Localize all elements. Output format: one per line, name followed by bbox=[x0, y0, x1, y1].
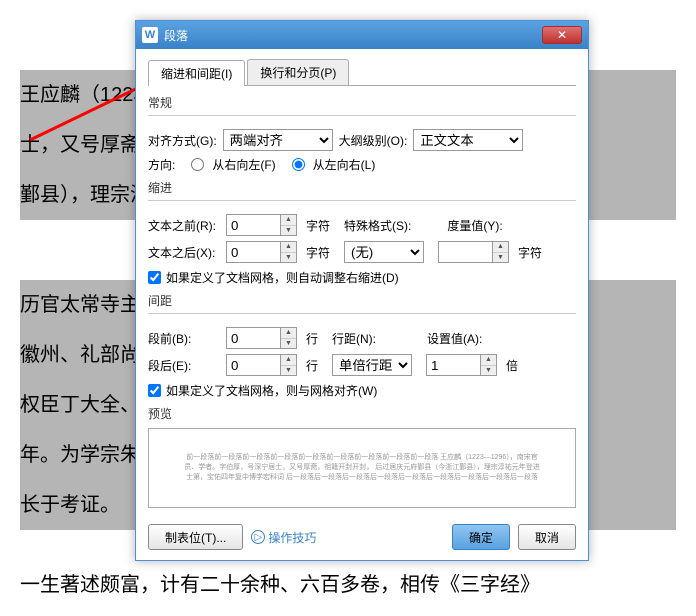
alignment-label: 对齐方式(G): bbox=[148, 132, 217, 149]
unit-line: 行 bbox=[306, 330, 318, 347]
special-format-label: 特殊格式(S): bbox=[344, 217, 411, 234]
snap-to-grid-label: 如果定义了文档网格，则与网格对齐(W) bbox=[166, 382, 377, 399]
app-logo-icon: W bbox=[142, 27, 158, 43]
direction-label: 方向: bbox=[148, 156, 175, 173]
spin-down-icon[interactable]: ▼ bbox=[481, 366, 496, 376]
paragraph-dialog: W 段落 ✕ 缩进和间距(I) 换行和分页(P) 常规 对齐方式(G): 两端对… bbox=[135, 20, 589, 561]
direction-rtl-radio[interactable] bbox=[191, 158, 204, 171]
group-label-indent: 缩进 bbox=[148, 179, 576, 196]
indent-before-label: 文本之前(R): bbox=[148, 217, 220, 234]
cancel-button[interactable]: 取消 bbox=[518, 524, 576, 550]
tips-link[interactable]: ▷ 操作技巧 bbox=[251, 529, 316, 546]
close-button[interactable]: ✕ bbox=[542, 26, 582, 44]
outline-level-select[interactable]: 正文文本 bbox=[413, 129, 523, 151]
doc-line: 一生著述颇富，计有二十余种、六百多卷，相传《三字经》 bbox=[20, 560, 676, 610]
spin-down-icon[interactable]: ▼ bbox=[281, 366, 296, 376]
line-spacing-select[interactable]: 单倍行距 bbox=[332, 354, 412, 376]
group-label-spacing: 间距 bbox=[148, 292, 576, 309]
alignment-select[interactable]: 两端对齐 bbox=[223, 129, 333, 151]
spin-up-icon[interactable]: ▲ bbox=[481, 355, 496, 366]
preview-pane: 前一段落前一段落前一段落前一段落前一段落前一段落前一段落前一段落前一段落 王应麟… bbox=[148, 428, 576, 508]
spin-up-icon[interactable]: ▲ bbox=[281, 328, 296, 339]
dialog-titlebar[interactable]: W 段落 ✕ bbox=[136, 21, 588, 49]
help-icon: ▷ bbox=[251, 530, 265, 544]
metric-label: 度量值(Y): bbox=[447, 217, 502, 234]
indent-after-label: 文本之后(X): bbox=[148, 244, 220, 261]
line-spacing-label: 行距(N): bbox=[332, 330, 376, 347]
direction-ltr-radio[interactable] bbox=[292, 158, 305, 171]
direction-rtl-label: 从右向左(F) bbox=[212, 156, 275, 173]
snap-to-grid-checkbox[interactable] bbox=[148, 384, 161, 397]
ok-button[interactable]: 确定 bbox=[452, 524, 510, 550]
metric-spinner[interactable]: ▲▼ bbox=[438, 241, 509, 263]
tab-bar: 缩进和间距(I) 换行和分页(P) bbox=[148, 59, 576, 86]
indent-after-spinner[interactable]: ▲▼ bbox=[226, 241, 297, 263]
dialog-title: 段落 bbox=[164, 27, 542, 44]
group-label-general: 常规 bbox=[148, 94, 576, 111]
indent-before-spinner[interactable]: ▲▼ bbox=[226, 214, 297, 236]
auto-adjust-indent-checkbox[interactable] bbox=[148, 271, 161, 284]
group-label-preview: 预览 bbox=[148, 405, 576, 422]
tab-line-page-breaks[interactable]: 换行和分页(P) bbox=[247, 59, 349, 85]
space-before-label: 段前(B): bbox=[148, 330, 220, 347]
unit-char: 字符 bbox=[518, 244, 542, 261]
unit-char: 字符 bbox=[306, 244, 330, 261]
direction-ltr-label: 从左向右(L) bbox=[313, 156, 376, 173]
set-value-spinner[interactable]: ▲▼ bbox=[426, 354, 497, 376]
spin-down-icon[interactable]: ▼ bbox=[281, 339, 296, 349]
spin-down-icon[interactable]: ▼ bbox=[281, 253, 296, 263]
unit-line: 行 bbox=[306, 357, 318, 374]
set-value-label: 设置值(A): bbox=[427, 330, 482, 347]
spin-up-icon[interactable]: ▲ bbox=[493, 242, 508, 253]
spin-up-icon[interactable]: ▲ bbox=[281, 215, 296, 226]
spin-up-icon[interactable]: ▲ bbox=[281, 242, 296, 253]
spin-down-icon[interactable]: ▼ bbox=[281, 226, 296, 236]
preview-text: 前一段落前一段落前一段落前一段落前一段落前一段落前一段落前一段落前一段落 王应麟… bbox=[181, 453, 543, 483]
unit-times: 倍 bbox=[506, 357, 518, 374]
space-before-spinner[interactable]: ▲▼ bbox=[226, 327, 297, 349]
spin-up-icon[interactable]: ▲ bbox=[281, 355, 296, 366]
unit-char: 字符 bbox=[306, 217, 330, 234]
space-after-spinner[interactable]: ▲▼ bbox=[226, 354, 297, 376]
tab-indent-spacing[interactable]: 缩进和间距(I) bbox=[148, 60, 245, 86]
special-format-select[interactable]: (无) bbox=[344, 241, 424, 263]
spin-down-icon[interactable]: ▼ bbox=[493, 253, 508, 263]
space-after-label: 段后(E): bbox=[148, 357, 220, 374]
tabstops-button[interactable]: 制表位(T)... bbox=[148, 524, 243, 550]
auto-adjust-indent-label: 如果定义了文档网格，则自动调整右缩进(D) bbox=[166, 269, 399, 286]
outline-level-label: 大纲级别(O): bbox=[339, 132, 408, 149]
